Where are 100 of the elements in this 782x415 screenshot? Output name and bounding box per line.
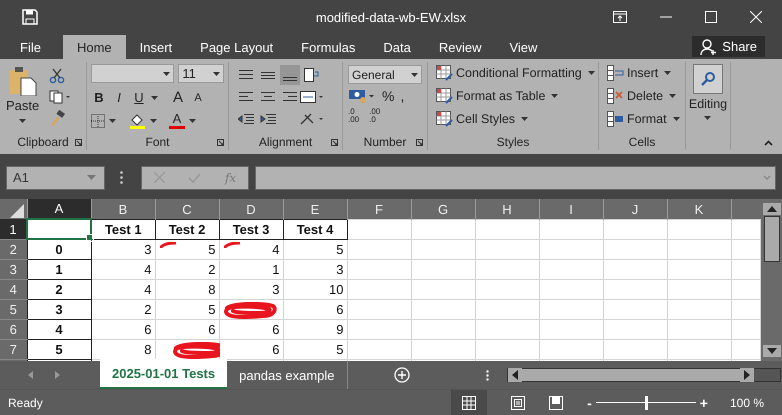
caret-icon[interactable] bbox=[163, 72, 170, 76]
select-all-icon[interactable] bbox=[10, 204, 24, 218]
page-layout-view-icon[interactable] bbox=[511, 396, 526, 410]
copy-icon[interactable] bbox=[49, 90, 72, 104]
currency-icon[interactable] bbox=[348, 89, 376, 104]
column-header[interactable]: F bbox=[347, 199, 411, 220]
caret-icon[interactable] bbox=[151, 96, 158, 100]
column-header[interactable]: D bbox=[219, 199, 283, 220]
scroll-down-icon[interactable] bbox=[763, 345, 782, 357]
column-header[interactable]: A bbox=[27, 199, 91, 220]
comma-style-button[interactable]: , bbox=[400, 88, 404, 104]
paste-button[interactable]: Paste bbox=[6, 66, 40, 128]
column-header[interactable]: G bbox=[411, 199, 475, 220]
editing-button[interactable]: Editing bbox=[688, 62, 728, 120]
styles-menu-button[interactable]: Format as Table bbox=[436, 86, 598, 106]
orientation-icon[interactable] bbox=[300, 112, 324, 126]
cells-menu-button[interactable]: Format bbox=[607, 109, 685, 130]
row-header[interactable]: 3 bbox=[0, 259, 27, 280]
column-header[interactable]: E bbox=[283, 199, 347, 220]
column-header[interactable]: B bbox=[91, 199, 155, 220]
percent-style-button[interactable]: % bbox=[382, 88, 394, 104]
align-top-icon[interactable] bbox=[239, 70, 253, 80]
column-header[interactable]: K bbox=[667, 199, 731, 220]
page-break-view-icon[interactable] bbox=[549, 396, 564, 410]
format-painter-icon[interactable] bbox=[49, 110, 66, 126]
caret-icon[interactable] bbox=[411, 72, 418, 77]
scroll-thumb[interactable] bbox=[764, 216, 780, 262]
styles-menu-button[interactable]: Cell Styles bbox=[436, 109, 598, 130]
caret-icon[interactable] bbox=[189, 118, 196, 123]
more-options-icon[interactable] bbox=[486, 370, 489, 380]
cells-menu-button[interactable]: Insert bbox=[607, 63, 685, 84]
styles-menu-button[interactable]: Conditional Formatting bbox=[436, 63, 598, 84]
align-right-icon[interactable] bbox=[283, 92, 297, 102]
formula-input[interactable] bbox=[255, 166, 776, 190]
zoom-in-button[interactable]: + bbox=[700, 394, 708, 410]
name-box[interactable]: A1 bbox=[6, 166, 105, 190]
sheet-tab[interactable]: 2025-01-01 Tests bbox=[100, 359, 228, 389]
normal-view-icon[interactable] bbox=[462, 396, 476, 410]
wrap-text-icon[interactable] bbox=[304, 68, 320, 82]
dialog-launcher-icon[interactable] bbox=[75, 138, 82, 146]
horizontal-scrollbar[interactable] bbox=[506, 368, 781, 382]
cut-icon[interactable] bbox=[49, 68, 66, 84]
zoom-out-button[interactable]: - bbox=[587, 394, 592, 410]
add-sheet-icon[interactable] bbox=[394, 367, 410, 383]
align-center-icon[interactable] bbox=[261, 92, 275, 102]
ribbon-tab[interactable]: File bbox=[0, 34, 63, 60]
maximize-icon[interactable] bbox=[705, 11, 717, 24]
row-header[interactable]: 6 bbox=[0, 319, 27, 340]
caret-icon[interactable] bbox=[150, 118, 157, 123]
cells-menu-button[interactable]: Delete bbox=[607, 86, 685, 106]
merge-center-icon[interactable] bbox=[300, 91, 324, 104]
column-header[interactable]: H bbox=[475, 199, 539, 220]
caret-icon[interactable] bbox=[213, 72, 220, 76]
row-header[interactable]: 7 bbox=[0, 339, 27, 360]
ribbon-tab[interactable]: Insert bbox=[126, 34, 186, 60]
bold-button[interactable]: B bbox=[91, 90, 107, 106]
scroll-right-icon[interactable] bbox=[740, 368, 754, 382]
check-icon[interactable] bbox=[188, 172, 202, 183]
decrease-decimal-button[interactable]: .00 .0 bbox=[369, 108, 380, 124]
fill-color-icon[interactable] bbox=[128, 112, 146, 129]
ribbon-tab[interactable]: Formulas bbox=[287, 34, 370, 60]
save-icon[interactable] bbox=[22, 9, 38, 26]
borders-icon[interactable] bbox=[91, 114, 105, 128]
align-left-icon[interactable] bbox=[239, 92, 253, 102]
row-header[interactable]: 4 bbox=[0, 279, 27, 300]
collapse-ribbon-icon[interactable] bbox=[764, 140, 773, 146]
column-header[interactable]: J bbox=[603, 199, 667, 220]
dialog-launcher-icon[interactable] bbox=[331, 138, 338, 146]
align-middle-icon[interactable] bbox=[261, 70, 275, 80]
minimize-icon[interactable] bbox=[660, 16, 672, 18]
column-header[interactable]: C bbox=[155, 199, 219, 220]
row-header[interactable]: 2 bbox=[0, 239, 27, 260]
row-header[interactable]: 5 bbox=[0, 299, 27, 320]
row-header[interactable]: 1 bbox=[0, 219, 27, 240]
column-header[interactable]: I bbox=[539, 199, 603, 220]
ribbon-tab[interactable]: Review bbox=[424, 34, 496, 60]
ribbon-tab[interactable]: View bbox=[495, 34, 552, 60]
zoom-level[interactable]: 100 % bbox=[730, 396, 764, 410]
ribbon-tab[interactable]: Data bbox=[369, 34, 425, 60]
more-options-icon[interactable] bbox=[120, 171, 123, 184]
grow-font-button[interactable]: A bbox=[170, 89, 186, 106]
decrease-indent-icon[interactable] bbox=[238, 114, 254, 124]
font-color-button[interactable]: A bbox=[169, 112, 185, 130]
increase-decimal-button[interactable]: .0 .00 bbox=[348, 108, 360, 124]
scroll-left-icon[interactable] bbox=[508, 368, 522, 382]
ribbon-display-icon[interactable] bbox=[613, 11, 627, 24]
dialog-launcher-icon[interactable] bbox=[217, 138, 224, 146]
dialog-launcher-icon[interactable] bbox=[416, 138, 423, 146]
font-size-dropdown[interactable]: 11 bbox=[178, 64, 224, 84]
underline-button[interactable]: U bbox=[131, 90, 147, 106]
italic-button[interactable]: I bbox=[111, 90, 127, 106]
shrink-font-button[interactable]: A bbox=[190, 92, 206, 104]
increase-indent-icon[interactable] bbox=[260, 114, 276, 124]
slider-thumb[interactable] bbox=[644, 396, 648, 410]
number-format-dropdown[interactable]: General bbox=[348, 65, 422, 84]
ribbon-tab[interactable]: Home bbox=[62, 34, 126, 60]
share-button[interactable]: Share bbox=[692, 36, 765, 58]
scroll-up-icon[interactable] bbox=[763, 203, 782, 216]
close-icon[interactable] bbox=[750, 11, 762, 24]
caret-icon[interactable] bbox=[109, 118, 116, 123]
